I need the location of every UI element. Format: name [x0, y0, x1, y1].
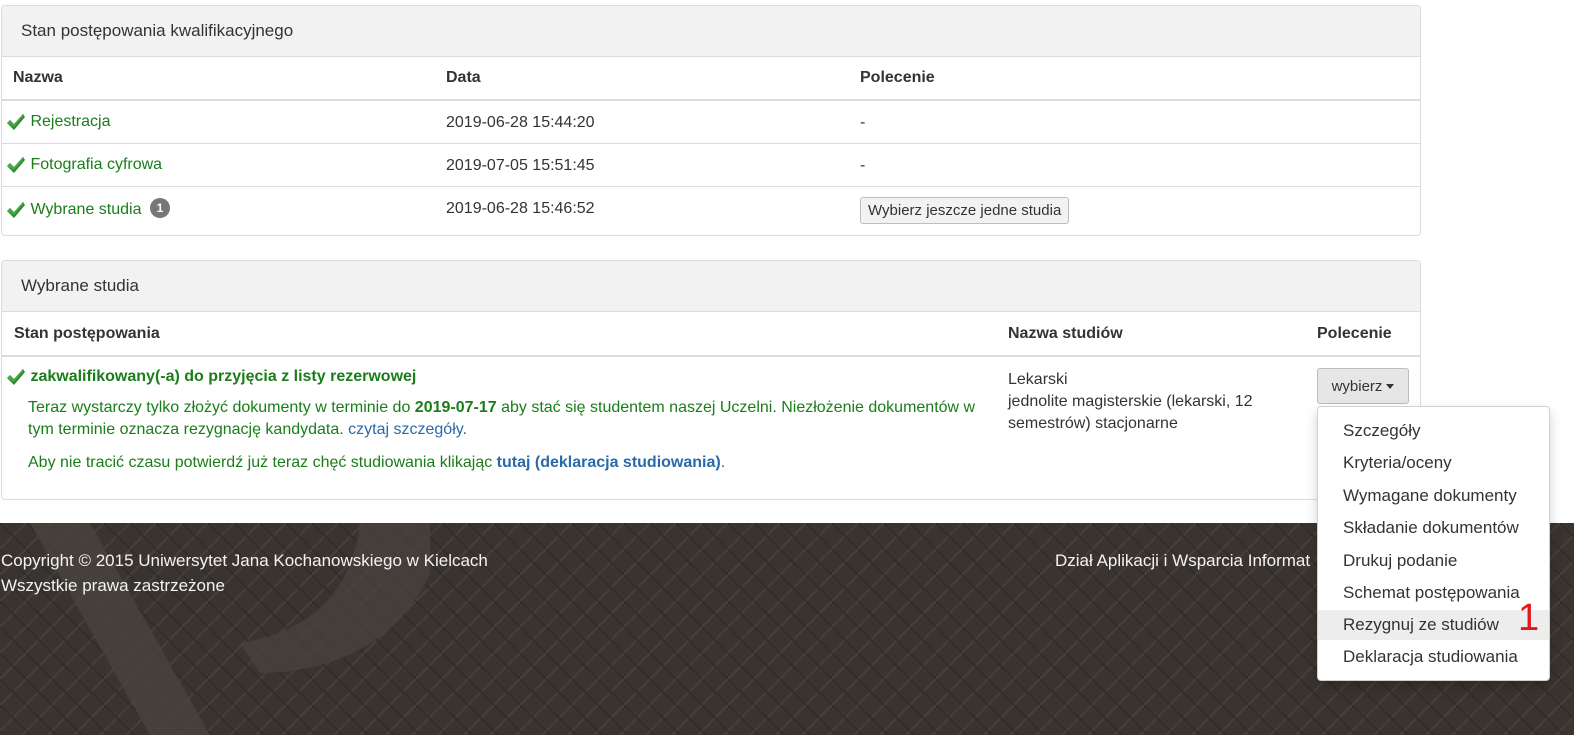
department-text: Dział Aplikacji i Wsparcia Informat	[1055, 551, 1311, 570]
row-divider	[2, 143, 1420, 144]
step-command: -	[860, 157, 866, 174]
checkmark-icon	[7, 157, 25, 173]
message-text: Aby nie tracić czasu potwierdź już teraz…	[28, 454, 497, 471]
select-action-button[interactable]: wybierz	[1317, 368, 1409, 404]
selected-studies-panel: Wybrane studia Stan postępowania Nazwa s…	[1, 260, 1421, 500]
column-header-name: Nazwa	[13, 69, 63, 86]
menu-item-required-documents[interactable]: Wymagane dokumenty	[1318, 481, 1549, 511]
study-field: Lekarski	[1008, 371, 1068, 388]
header-divider	[2, 99, 1420, 101]
status-title: zakwalifikowany(-a) do przyjęcia z listy…	[30, 368, 417, 386]
count-badge: 1	[149, 198, 170, 218]
study-info: Lekarski jednolite magisterskie (lekarsk…	[1008, 369, 1268, 435]
menu-item-procedure-schema[interactable]: Schemat postępowania	[1318, 578, 1549, 608]
annotation-number: 1	[1518, 597, 1540, 639]
column-header-study-name: Nazwa studiów	[1008, 325, 1123, 342]
menu-item-criteria[interactable]: Kryteria/oceny	[1318, 448, 1549, 478]
row-divider	[2, 186, 1420, 187]
step-command: -	[860, 114, 866, 131]
table-row: Wybrane studia 1	[6, 198, 170, 220]
menu-item-details[interactable]: Szczegóły	[1318, 416, 1549, 446]
declaration-link[interactable]: tutaj (deklaracja studiowania)	[497, 454, 721, 471]
checkmark-icon	[7, 369, 25, 385]
column-header-status: Stan postępowania	[14, 325, 160, 342]
step-name-link[interactable]: Fotografia cyfrowa	[30, 156, 162, 173]
copyright-text: Copyright © 2015 Uniwersytet Jana Kochan…	[1, 548, 488, 598]
qualification-status-panel: Stan postępowania kwalifikacyjnego Nazwa…	[1, 5, 1421, 236]
table-row: Fotografia cyfrowa	[6, 155, 162, 175]
column-header-command: Polecenie	[860, 69, 935, 86]
rights-line: Wszystkie prawa zastrzeżone	[1, 576, 225, 595]
step-date: 2019-06-28 15:46:52	[446, 200, 595, 217]
checkmark-icon	[7, 114, 25, 130]
deadline-date: 2019-07-17	[414, 399, 497, 416]
message-text: Teraz wystarczy tylko złożyć dokumenty w…	[28, 399, 415, 416]
step-name-link[interactable]: Rejestracja	[30, 113, 110, 130]
actions-dropdown-menu: Szczegóły Kryteria/oceny Wymagane dokume…	[1317, 406, 1550, 681]
header-divider	[2, 355, 1420, 357]
deadline-message: Teraz wystarczy tylko złożyć dokumenty w…	[28, 399, 976, 438]
menu-item-resign[interactable]: Rezygnuj ze studiów	[1318, 610, 1549, 640]
caret-down-icon	[1386, 384, 1395, 390]
step-name-link[interactable]: Wybrane studia	[30, 201, 141, 218]
panel-title: Stan postępowania kwalifikacyjnego	[2, 6, 1420, 57]
step-date: 2019-06-28 15:44:20	[446, 114, 595, 131]
select-label: wybierz	[1331, 377, 1383, 395]
menu-item-submitting-documents[interactable]: Składanie dokumentów	[1318, 513, 1549, 543]
step-date: 2019-07-05 15:51:45	[446, 157, 595, 174]
menu-item-study-declaration[interactable]: Deklaracja studiowania	[1318, 642, 1549, 672]
panel-title: Wybrane studia	[2, 261, 1420, 312]
column-header-command: Polecenie	[1317, 325, 1392, 342]
choose-another-study-button[interactable]: Wybierz jeszcze jedne studia	[860, 197, 1070, 224]
copyright-line: Copyright © 2015 Uniwersytet Jana Kochan…	[1, 551, 488, 570]
study-details: jednolite magisterskie (lekarski, 12 sem…	[1008, 393, 1253, 432]
column-header-date: Data	[446, 69, 481, 86]
checkmark-icon	[7, 201, 25, 218]
table-row: Rejestracja	[6, 112, 110, 132]
status-title-row: zakwalifikowany(-a) do przyjęcia z listy…	[6, 367, 416, 387]
read-details-link[interactable]: czytaj szczegóły	[348, 421, 462, 438]
declaration-message: Aby nie tracić czasu potwierdź już teraz…	[28, 454, 726, 471]
menu-item-print-application[interactable]: Drukuj podanie	[1318, 546, 1549, 576]
